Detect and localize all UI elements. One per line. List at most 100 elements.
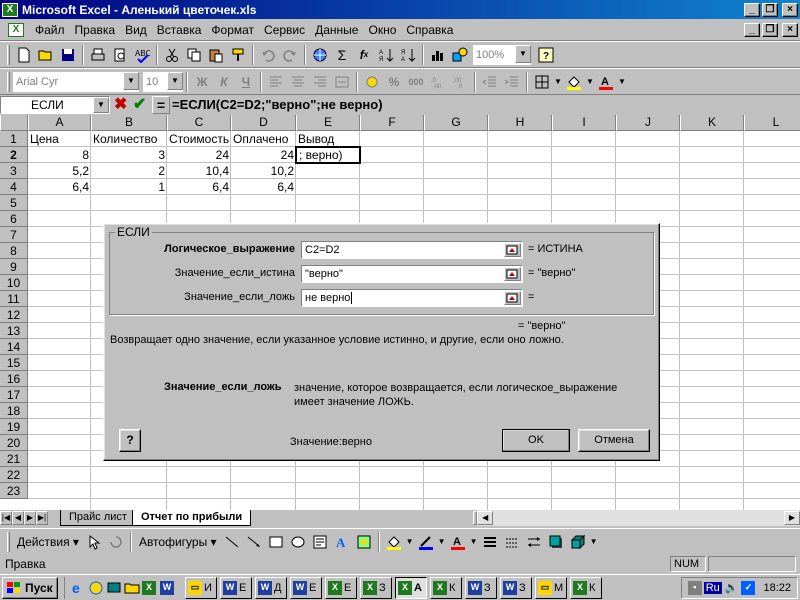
task-button-10[interactable]: WЗ xyxy=(500,576,532,599)
menu-help[interactable]: Справка xyxy=(401,23,458,37)
underline-button[interactable]: Ч xyxy=(235,71,257,93)
row-header-15[interactable]: 15 xyxy=(0,355,28,371)
row-header-3[interactable]: 3 xyxy=(0,163,28,179)
title-bar[interactable]: X Microsoft Excel - Аленький цветочек.xl… xyxy=(0,0,800,19)
horizontal-scrollbar[interactable]: ◀ ▶ xyxy=(477,510,800,526)
task-button-7-active[interactable]: XА xyxy=(395,576,427,599)
chevron-down-icon[interactable]: ▼ xyxy=(405,531,415,553)
chevron-down-icon[interactable]: ▼ xyxy=(589,531,599,553)
row-header-19[interactable]: 19 xyxy=(0,419,28,435)
edit-formula-button[interactable]: = xyxy=(152,96,170,114)
chevron-down-icon[interactable]: ▼ xyxy=(585,71,595,93)
cell-d1[interactable]: Оплачено xyxy=(231,131,296,147)
doc-minimize-button[interactable]: _ xyxy=(744,22,760,37)
row-header-12[interactable]: 12 xyxy=(0,307,28,323)
task-button-5[interactable]: XЕ xyxy=(325,576,357,599)
cell-c2[interactable]: 24 xyxy=(167,147,231,163)
cell-e1[interactable]: Вывод xyxy=(296,131,360,147)
row-header-20[interactable]: 20 xyxy=(0,435,28,451)
minimize-button[interactable]: _ xyxy=(744,2,760,17)
row-header-21[interactable]: 21 xyxy=(0,451,28,467)
name-box[interactable]: ЕСЛИ ▼ xyxy=(0,96,110,114)
row-header-4[interactable]: 4 xyxy=(0,179,28,195)
bold-button[interactable]: Ж xyxy=(191,71,213,93)
chevron-down-icon[interactable]: ▼ xyxy=(515,44,531,63)
sort-descending-icon[interactable]: ЯA xyxy=(397,44,419,66)
column-header-d[interactable]: D xyxy=(231,115,296,131)
task-button-4[interactable]: WЕ xyxy=(290,576,322,599)
close-button[interactable]: × xyxy=(782,2,798,17)
arrow-icon[interactable] xyxy=(243,531,265,553)
align-left-icon[interactable] xyxy=(265,71,287,93)
merge-center-icon[interactable] xyxy=(331,71,353,93)
chevron-down-icon[interactable]: ▼ xyxy=(437,531,447,553)
cell-b2[interactable]: 3 xyxy=(91,147,167,163)
ok-button[interactable]: OK xyxy=(502,429,570,452)
chevron-down-icon[interactable]: ▼ xyxy=(469,531,479,553)
row-header-6[interactable]: 6 xyxy=(0,211,28,227)
paste-icon[interactable] xyxy=(205,44,227,66)
active-cell-e2[interactable]: ; верно) xyxy=(295,146,361,164)
actions-menu[interactable]: Действия ▾ xyxy=(13,535,83,549)
font-combo[interactable]: Arial Cyr ▼ xyxy=(13,71,139,92)
shadow-icon[interactable] xyxy=(545,531,567,553)
task-button-6[interactable]: XЗ xyxy=(360,576,392,599)
arrow-style-icon[interactable] xyxy=(523,531,545,553)
prev-sheet-icon[interactable]: ◀ xyxy=(12,511,24,525)
spelling-icon[interactable]: ABC xyxy=(131,44,153,66)
font-color-icon[interactable]: A xyxy=(447,531,469,553)
increase-decimal-icon[interactable]: ,0,00 xyxy=(427,71,449,93)
cell-a4[interactable]: 6,4 xyxy=(28,179,91,195)
cell-a1[interactable]: Цена xyxy=(28,131,91,147)
toolbar-grip[interactable] xyxy=(7,44,10,65)
align-center-icon[interactable] xyxy=(287,71,309,93)
3d-icon[interactable] xyxy=(567,531,589,553)
collapse-dialog-icon[interactable] xyxy=(504,291,521,305)
network-icon[interactable]: ▪ xyxy=(687,580,702,595)
scroll-left-icon[interactable]: ◀ xyxy=(477,511,494,525)
italic-button[interactable]: К xyxy=(213,71,235,93)
task-button-12[interactable]: XК xyxy=(570,576,602,599)
column-header-e[interactable]: E xyxy=(296,115,360,131)
column-header-c[interactable]: C xyxy=(167,115,231,131)
task-button-8[interactable]: XК xyxy=(430,576,462,599)
column-header-k[interactable]: K xyxy=(680,115,744,131)
clock[interactable]: 18:22 xyxy=(763,582,791,594)
desktop-icon[interactable] xyxy=(105,577,123,599)
percent-button[interactable]: % xyxy=(383,71,405,93)
row-header-7[interactable]: 7 xyxy=(0,227,28,243)
cancel-entry-icon[interactable]: ✖ xyxy=(114,96,127,114)
chart-wizard-icon[interactable] xyxy=(427,44,449,66)
thousands-button[interactable]: 000 xyxy=(405,71,427,93)
toolbar-grip[interactable] xyxy=(7,71,10,92)
cell-d3[interactable]: 10,2 xyxy=(231,163,296,179)
office-assistant-icon[interactable]: ? xyxy=(535,44,557,66)
tab-profit-report[interactable]: Отчет по прибыли xyxy=(131,510,252,526)
column-header-f[interactable]: F xyxy=(360,115,424,131)
last-sheet-icon[interactable]: ▶| xyxy=(36,511,48,525)
cell-b3[interactable]: 2 xyxy=(91,163,167,179)
confirm-entry-icon[interactable]: ✔ xyxy=(133,96,146,114)
task-button-9[interactable]: WЗ xyxy=(465,576,497,599)
scroll-right-icon[interactable]: ▶ xyxy=(784,511,800,525)
sort-ascending-icon[interactable]: AЯ xyxy=(375,44,397,66)
rectangle-icon[interactable] xyxy=(265,531,287,553)
value-if-false-input[interactable]: не верно xyxy=(301,289,523,307)
help-button[interactable]: ? xyxy=(119,429,141,452)
value-if-true-input[interactable]: "верно" xyxy=(301,265,523,283)
row-header-5[interactable]: 5 xyxy=(0,195,28,211)
cell-c3[interactable]: 10,4 xyxy=(167,163,231,179)
cell-d2[interactable]: 24 xyxy=(231,147,296,163)
row-header-22[interactable]: 22 xyxy=(0,467,28,483)
menu-data[interactable]: Данные xyxy=(310,23,363,37)
chevron-down-icon[interactable]: ▼ xyxy=(167,71,183,90)
font-size-combo[interactable]: 10 ▼ xyxy=(143,71,183,92)
cancel-button[interactable]: Отмена xyxy=(578,429,650,452)
doc-close-button[interactable]: × xyxy=(782,22,798,37)
next-sheet-icon[interactable]: ▶ xyxy=(24,511,36,525)
select-all-corner[interactable] xyxy=(0,115,28,131)
decrease-decimal-icon[interactable]: ,00,0 xyxy=(449,71,471,93)
volume-icon[interactable]: 🔈 xyxy=(725,581,739,594)
print-preview-icon[interactable] xyxy=(109,44,131,66)
cell-a3[interactable]: 5,2 xyxy=(28,163,91,179)
